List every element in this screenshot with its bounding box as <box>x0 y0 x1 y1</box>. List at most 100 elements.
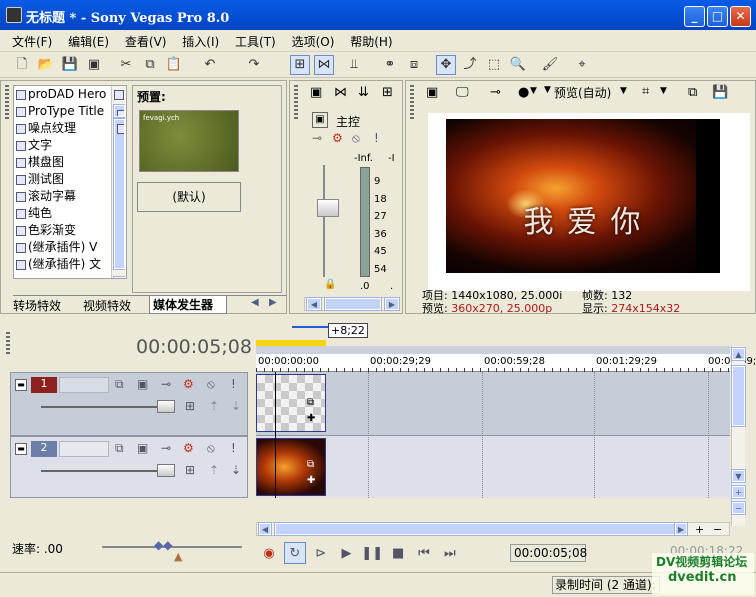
split-dropdown-icon[interactable]: ▼ <box>530 86 537 96</box>
copy-icon[interactable]: ⧉ <box>140 55 160 75</box>
tab-media-generators[interactable]: 媒体发生器 <box>149 296 227 314</box>
track-level-thumb[interactable] <box>157 464 175 477</box>
default-preset-label[interactable]: (默认) <box>137 182 241 212</box>
menu-file[interactable]: 文件(F) <box>6 30 58 53</box>
list-item[interactable]: 纯色 <box>14 205 126 222</box>
track-composite-mode-icon[interactable]: ⊞ <box>185 399 195 413</box>
snap-icon[interactable]: ⊞ <box>290 55 310 75</box>
track-name-field[interactable] <box>59 441 109 457</box>
mixer-scroll-left-icon[interactable]: ◀ <box>306 297 322 311</box>
vscroll-thumb[interactable] <box>731 365 746 427</box>
event-pan-crop-icon[interactable]: ⧉ <box>307 459 314 470</box>
list-item[interactable]: 色彩渐变 <box>14 222 126 239</box>
open-icon[interactable]: 📂 <box>36 55 56 75</box>
zoom-out-vertical-icon[interactable]: − <box>731 501 746 515</box>
normal-edit-tool-icon[interactable]: ✥ <box>436 55 456 75</box>
list-item[interactable]: proDAD Hero <box>14 86 126 103</box>
fx-icon[interactable]: ⚙ <box>332 131 343 145</box>
hscroll-right-icon[interactable]: ▶ <box>674 522 688 536</box>
menu-options[interactable]: 选项(O) <box>286 30 341 53</box>
track-solo-icon[interactable]: ! <box>231 377 236 391</box>
mixer-grip[interactable] <box>294 85 298 121</box>
timeline-vscroll[interactable]: ▲ ▼ + − <box>731 346 746 526</box>
zoom-out-time-icon[interactable]: − <box>713 523 722 536</box>
go-to-end-icon[interactable]: ⏭ <box>439 543 461 565</box>
pause-icon[interactable]: ❚❚ <box>361 543 383 565</box>
track-mute-icon[interactable]: ⦸ <box>207 377 215 392</box>
track-collapse-icon[interactable]: ▬ <box>15 379 27 391</box>
cut-icon[interactable]: ✂ <box>116 55 136 75</box>
list-scrollbar[interactable]: ▲ ▼ <box>111 86 125 278</box>
envelope-tool-icon[interactable]: ⤴ <box>460 55 480 75</box>
master-fader[interactable] <box>317 199 339 217</box>
menu-insert[interactable]: 插入(I) <box>176 30 225 53</box>
paste-icon[interactable]: 📋 <box>164 55 184 75</box>
event-clip-checkerboard[interactable]: ⧉ ✚ <box>256 374 326 432</box>
track-collapse-icon[interactable]: ▬ <box>15 443 27 455</box>
list-item[interactable]: (继承插件) 文 <box>14 256 126 273</box>
mixer-settings-icon[interactable]: ▣ <box>310 85 322 100</box>
lock-icon[interactable]: 🔒 <box>324 279 336 290</box>
tab-transitions[interactable]: 转场特效 <box>13 297 73 314</box>
track-pan-icon[interactable]: ⊸ <box>161 441 171 455</box>
save-icon[interactable]: 💾 <box>60 55 80 75</box>
rate-slider-thumb-icon[interactable]: ◆◆ <box>154 538 172 552</box>
redo-icon[interactable]: ↷ <box>244 55 264 75</box>
mixer-more-icon[interactable]: ⊞ <box>382 85 393 100</box>
timeline-grip[interactable] <box>6 332 10 354</box>
preview-quality-select[interactable]: 预览(自动) <box>554 84 611 101</box>
brush-icon[interactable]: 🖌 <box>540 55 560 75</box>
preview-fx-icon[interactable]: ⊸ <box>490 85 501 100</box>
timeline-hscroll[interactable]: ◀ ▶ + − <box>256 522 730 536</box>
vscroll-down-icon[interactable]: ▼ <box>731 469 746 483</box>
tab-scroll-left-icon[interactable]: ◀ <box>251 297 259 308</box>
track-fx-icon[interactable]: ⚙ <box>183 441 194 455</box>
list-item[interactable]: ProType Title <box>14 103 126 120</box>
preview-grip[interactable] <box>410 85 414 121</box>
overlays-dropdown-icon[interactable]: ▼ <box>660 86 667 96</box>
hscroll-thumb[interactable] <box>274 522 686 536</box>
track-parent-icon[interactable]: ⇡ <box>209 463 219 477</box>
track-fx-icon[interactable]: ⚙ <box>183 377 194 391</box>
quality-dropdown-icon[interactable]: ▼ <box>544 85 551 95</box>
mixer-down-icon[interactable]: ⇊ <box>358 85 369 100</box>
dock-grip[interactable] <box>5 85 9 121</box>
pan-icon[interactable]: ⊸ <box>312 131 322 145</box>
track-level-thumb[interactable] <box>157 400 175 413</box>
menu-tools[interactable]: 工具(T) <box>229 30 282 53</box>
hscroll-left-icon[interactable]: ◀ <box>258 522 272 536</box>
close-button[interactable]: ✕ <box>730 6 751 27</box>
track-motion-icon[interactable]: ⧉ <box>115 441 124 456</box>
mixer-link-icon[interactable]: ⋈ <box>334 85 347 100</box>
track-child-icon[interactable]: ⇣ <box>231 463 241 477</box>
auto-crossfade-icon[interactable]: ⋈ <box>314 55 334 75</box>
list-item[interactable]: 文字 <box>14 137 126 154</box>
solo-icon[interactable]: ! <box>374 131 379 145</box>
ripple-icon[interactable]: ⫫ <box>344 55 364 75</box>
list-item[interactable]: 滚动字幕 <box>14 188 126 205</box>
menu-help[interactable]: 帮助(H) <box>344 30 398 53</box>
record-icon[interactable]: ◉ <box>258 543 280 565</box>
menu-view[interactable]: 查看(V) <box>119 30 173 53</box>
copy-snapshot-icon[interactable]: ⧉ <box>688 85 697 100</box>
scroll-thumb[interactable] <box>113 118 125 270</box>
loop-playback-icon[interactable]: ↻ <box>283 542 306 564</box>
lock-envelopes-icon[interactable]: ⚭ <box>380 55 400 75</box>
split-screen-icon[interactable]: ● <box>518 85 529 100</box>
play-from-start-icon[interactable]: ⊳ <box>310 543 332 565</box>
event-clip-fire[interactable]: ⧉ ✚ <box>256 438 326 496</box>
zoom-in-vertical-icon[interactable]: + <box>731 485 746 499</box>
stop-icon[interactable]: ■ <box>387 543 409 565</box>
save-snapshot-icon[interactable]: 💾 <box>712 85 728 100</box>
playhead[interactable] <box>275 372 276 498</box>
mixer-scroll-right-icon[interactable]: ▶ <box>384 297 400 311</box>
track-composite-mode-icon[interactable]: ⊞ <box>185 463 195 477</box>
preset-thumbnail[interactable]: fevagi.ych <box>139 110 239 172</box>
mixer-hscroll[interactable]: ◀ ▶ <box>304 297 400 311</box>
scroll-down-icon[interactable]: ▼ <box>113 276 125 278</box>
overlays-icon[interactable]: ⌗ <box>642 84 649 99</box>
undo-icon[interactable]: ↶ <box>200 55 220 75</box>
list-item[interactable]: 棋盘图 <box>14 154 126 171</box>
scroll-up-icon[interactable]: ▲ <box>113 104 125 118</box>
track-composite-icon[interactable]: ▣ <box>137 441 148 455</box>
